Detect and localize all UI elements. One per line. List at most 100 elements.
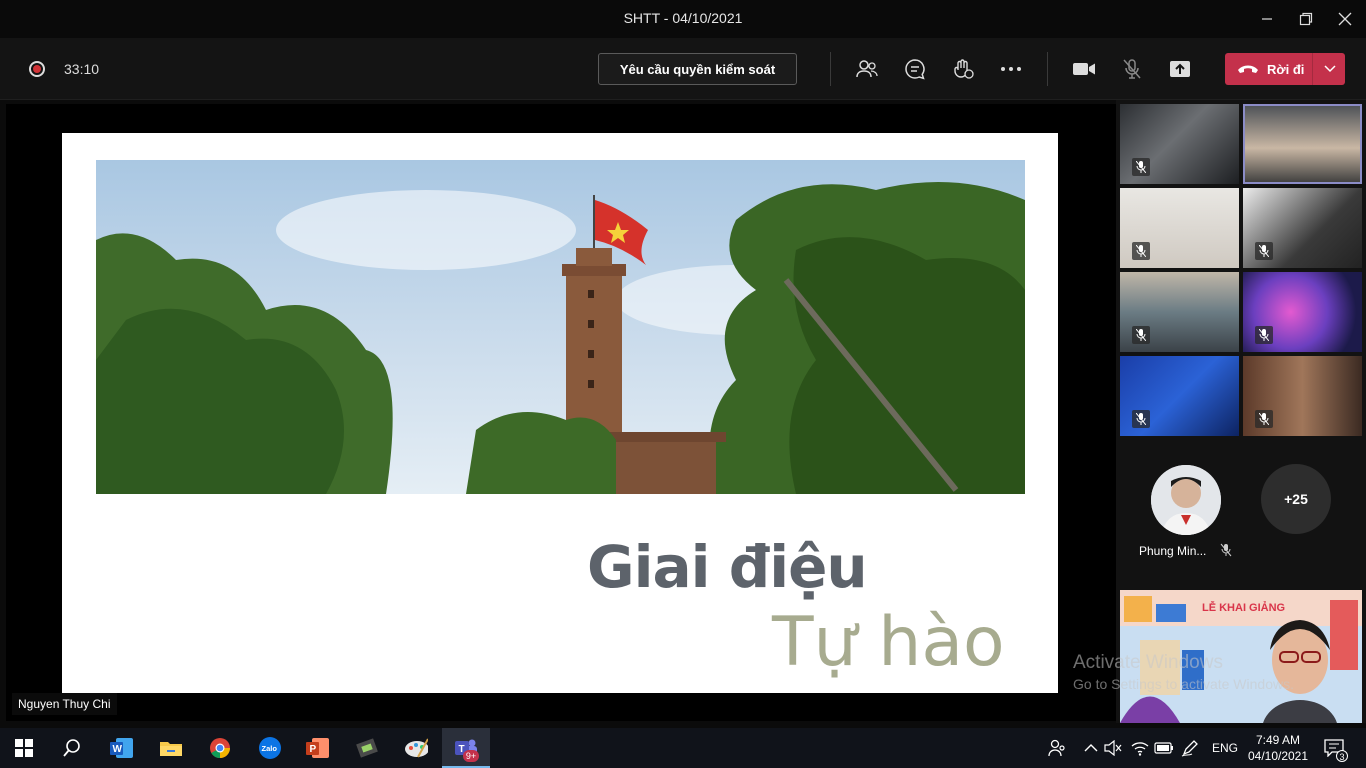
participant-tile-selected[interactable] [1243,104,1362,184]
avatar[interactable] [1151,465,1221,535]
participant-tile[interactable] [1243,356,1362,436]
close-icon [1338,12,1352,26]
taskbar-word[interactable]: W [110,736,134,760]
microphone-button[interactable] [1118,55,1146,83]
clock-time: 7:49 AM [1255,733,1301,747]
window-title: SHTT - 04/10/2021 [623,10,743,26]
battery-icon [1154,742,1173,754]
microphone-muted-icon [1132,326,1150,344]
teams-notification-badge: 9+ [463,750,479,762]
leave-split [1312,53,1313,85]
search-icon [63,739,80,757]
participant-tile[interactable] [1120,356,1239,436]
taskbar-clock[interactable]: 7:49 AM 04/10/2021 [1245,732,1311,764]
activate-windows-subtitle: Go to Settings to activate Windows. [1073,676,1294,692]
chrome-icon [210,738,230,759]
activate-windows-title: Activate Windows [1073,652,1223,673]
raise-hand-icon [954,59,974,79]
taskbar-app[interactable] [355,736,379,760]
paint-icon [405,738,428,758]
search-button[interactable] [60,736,84,760]
taskbar-chrome[interactable] [208,736,232,760]
microphone-muted-icon [1123,59,1141,79]
meeting-toolbar: 33:10 Yêu cầu quyền kiểm soát Rời đi [0,38,1366,100]
slide-title-line1: Giai điệu [587,533,868,601]
person-photo [1151,465,1221,535]
participants-button[interactable] [853,55,881,83]
microphone-muted-icon [1255,410,1273,428]
flag-tower-illustration [96,182,1025,494]
restore-button[interactable] [1293,6,1319,32]
participant-tile[interactable] [1243,188,1362,268]
close-button[interactable] [1332,6,1358,32]
participant-tile[interactable] [1120,272,1239,352]
microphone-muted-icon [1255,326,1273,344]
word-icon: W [110,738,133,758]
svg-text:Zalo: Zalo [262,744,278,753]
battery-button[interactable] [1152,736,1176,760]
people-icon [1048,739,1065,757]
volume-button[interactable] [1101,736,1125,760]
chat-icon [905,59,925,80]
show-hidden-icons-button[interactable] [1079,736,1103,760]
powerpoint-icon: P [306,738,329,758]
participant-tile[interactable] [1243,272,1362,352]
windows-logo-icon [15,739,33,757]
microphone-muted-icon [1220,543,1232,557]
presentation-slide: Giai điệu Tự hào [62,133,1058,693]
microphone-muted-icon [1132,158,1150,176]
video-camera-icon [1073,63,1095,75]
camtasia-icon [356,738,378,758]
network-button[interactable] [1128,736,1152,760]
taskbar-zalo[interactable]: Zalo [258,736,282,760]
meeting-timer: 33:10 [64,61,100,77]
microphone-muted-icon [1132,242,1150,260]
minimize-icon [1262,18,1272,20]
taskbar-powerpoint[interactable]: P [306,736,330,760]
svg-text:P: P [310,744,317,755]
flag-tower-photo [96,160,1025,494]
leave-label: Rời đi [1267,61,1305,77]
wifi-icon [1131,742,1149,756]
more-participants-button[interactable]: +25 [1261,464,1331,534]
volume-muted-icon [1104,740,1122,756]
notification-count-badge: 3 [1336,750,1348,762]
taskbar-paint[interactable] [404,736,428,760]
people-tray-button[interactable] [1044,736,1068,760]
pen-icon [1181,740,1198,757]
svg-text:W: W [113,744,123,755]
teams-meeting-window: SHTT - 04/10/2021 33:10 Yêu cầu quyền ki… [0,0,1366,768]
chat-button[interactable] [901,55,929,83]
pen-workspace-button[interactable] [1178,736,1202,760]
microphone-muted-icon [1132,410,1150,428]
people-icon [856,60,878,78]
taskbar-file-explorer[interactable] [159,736,183,760]
title-bar: SHTT - 04/10/2021 [0,0,1366,38]
more-actions-button[interactable] [997,55,1025,83]
share-tray-icon [1170,61,1190,77]
chevron-up-icon [1084,744,1098,752]
toolbar-divider [830,52,831,86]
restore-icon [1299,12,1313,26]
request-control-button[interactable]: Yêu cầu quyền kiểm soát [598,53,797,85]
windows-taskbar: W Zalo P T 9+ ENG 7:49 AM 04/10/2021 3 [0,728,1366,768]
input-language[interactable]: ENG [1212,741,1238,755]
hang-up-icon [1238,65,1258,73]
chevron-down-icon[interactable] [1323,61,1337,75]
camera-button[interactable] [1070,55,1098,83]
minimize-button[interactable] [1254,6,1280,32]
more-icon [1001,67,1021,71]
slide-title-line2: Tự hào [772,603,1005,682]
recording-icon [29,61,45,77]
leave-button[interactable]: Rời đi [1225,53,1345,85]
toolbar-divider [1047,52,1048,86]
reactions-button[interactable] [949,55,977,83]
event-banner-text: LỄ KHAI GIẢNG [1202,602,1286,614]
participant-name: Phung Min... [1139,544,1207,558]
participant-tile[interactable] [1120,188,1239,268]
participant-tile[interactable] [1120,104,1239,184]
microphone-muted-icon [1255,242,1273,260]
clock-date: 04/10/2021 [1247,749,1309,763]
start-button[interactable] [12,736,36,760]
share-screen-button[interactable] [1166,55,1194,83]
